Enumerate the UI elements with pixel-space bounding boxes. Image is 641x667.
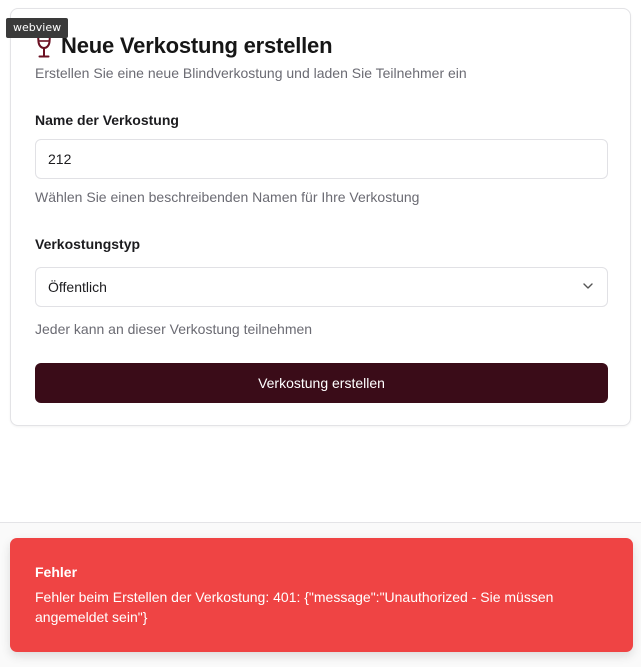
- type-field-label: Verkostungstyp: [35, 236, 141, 252]
- page: webview Neue Verkostung erstellen Erstel…: [0, 0, 641, 667]
- create-tasting-card: Neue Verkostung erstellen Erstellen Sie …: [10, 8, 631, 426]
- type-select[interactable]: Öffentlich: [35, 267, 608, 307]
- title-row: Neue Verkostung erstellen: [35, 33, 333, 59]
- type-field-hint: Jeder kann an dieser Verkostung teilnehm…: [35, 321, 313, 337]
- error-toast-message: Fehler beim Erstellen der Verkostung: 40…: [35, 589, 554, 625]
- name-field[interactable]: [35, 139, 608, 179]
- webview-badge: webview: [6, 18, 69, 38]
- name-field-label: Name der Verkostung: [35, 112, 179, 128]
- error-toast-title: Fehler: [35, 564, 78, 580]
- page-subtitle: Erstellen Sie eine neue Blindverkostung …: [35, 65, 467, 81]
- chevron-down-icon: [581, 279, 595, 296]
- page-title: Neue Verkostung erstellen: [61, 33, 333, 58]
- name-field-hint: Wählen Sie einen beschreibenden Namen fü…: [35, 189, 420, 205]
- create-tasting-button[interactable]: Verkostung erstellen: [35, 363, 608, 403]
- name-input[interactable]: [48, 151, 595, 167]
- error-toast[interactable]: Fehler Fehler beim Erstellen der Verkost…: [10, 538, 633, 652]
- type-select-value: Öffentlich: [48, 279, 107, 295]
